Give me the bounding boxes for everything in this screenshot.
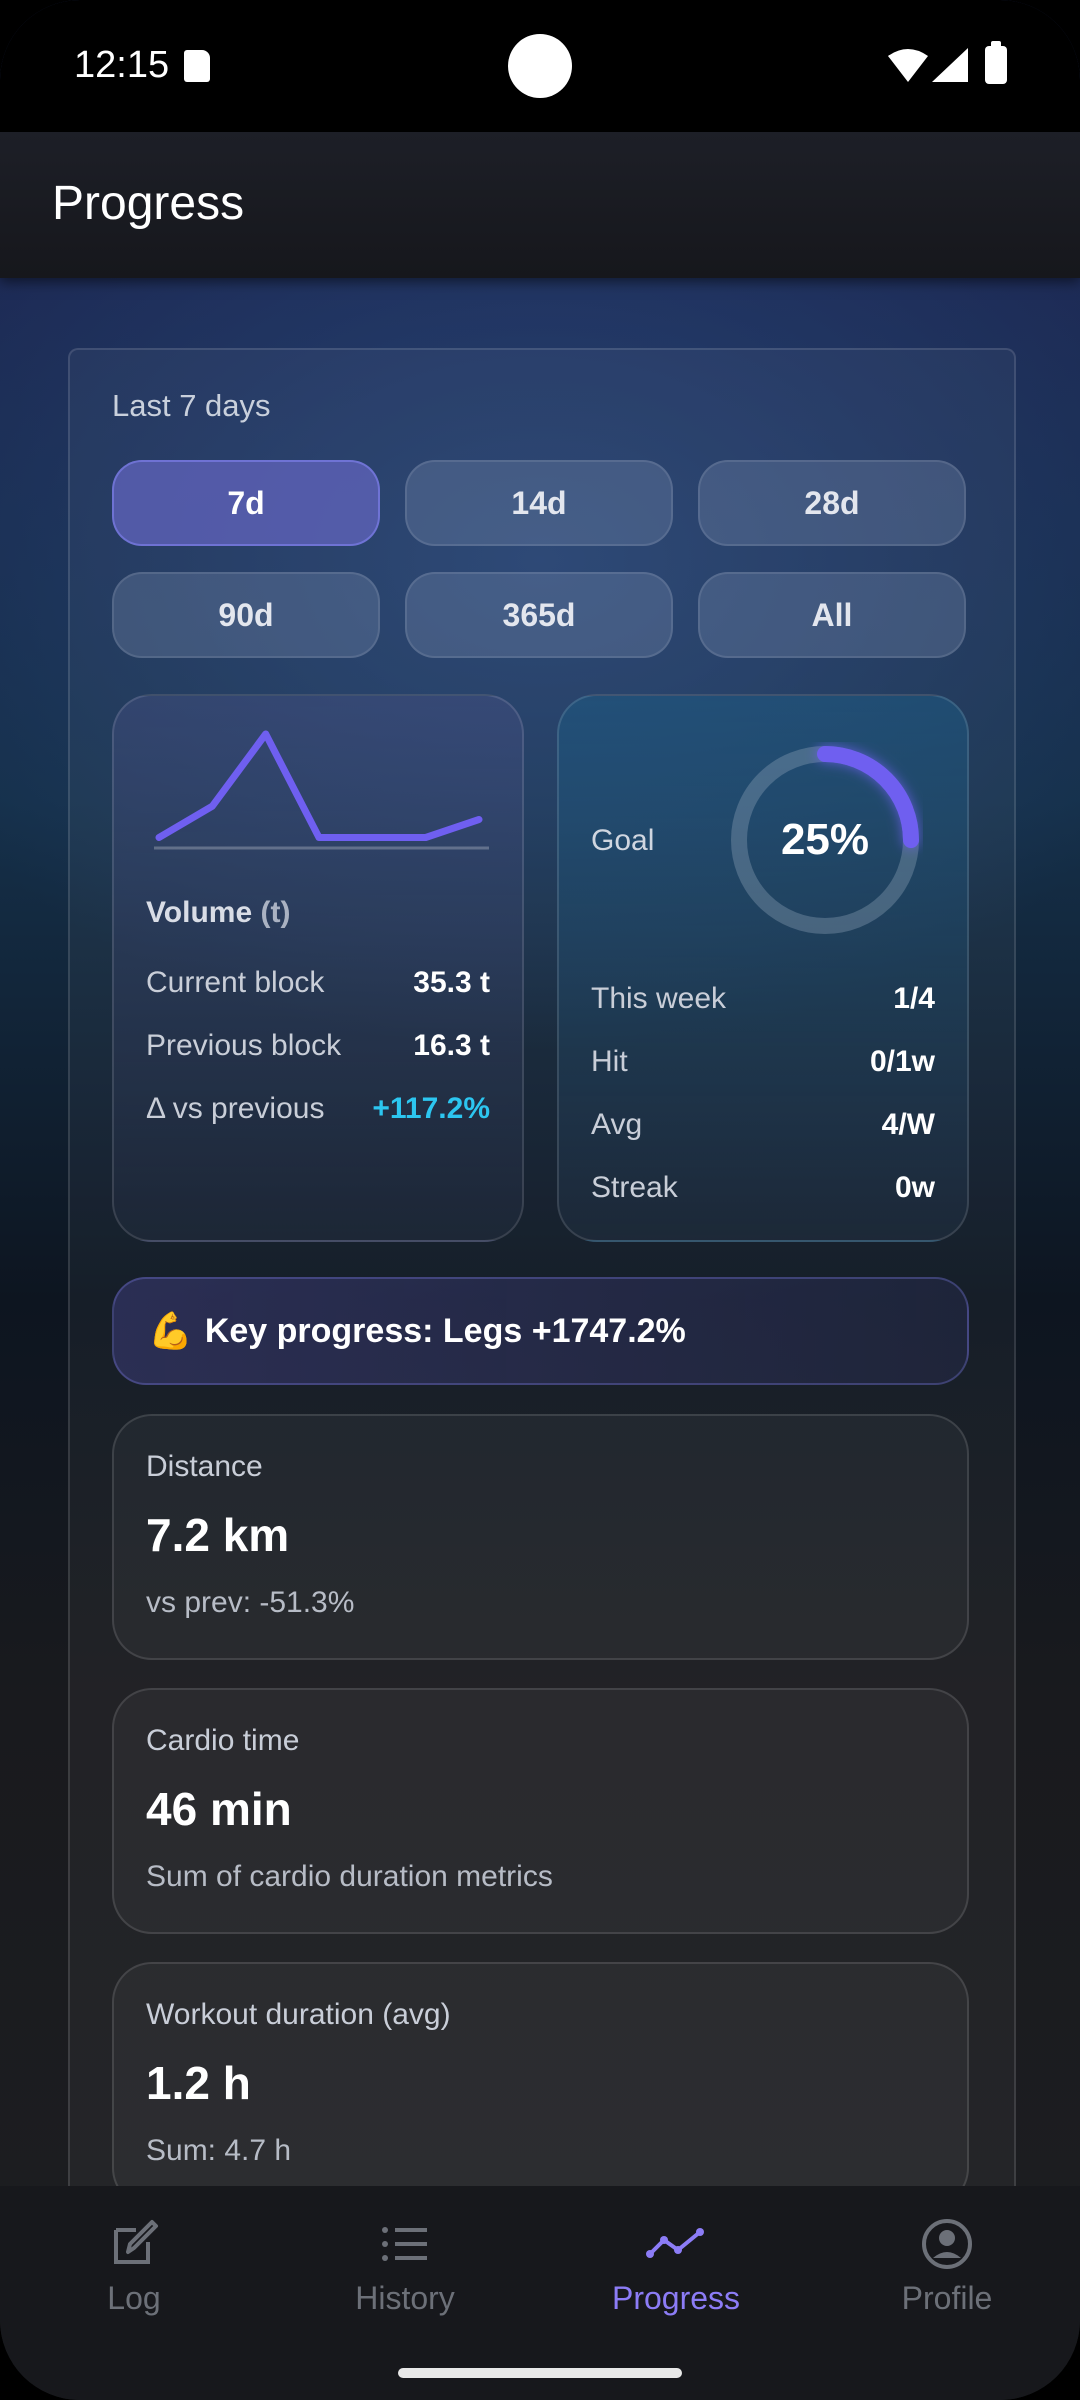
nav-profile-label: Profile [901,2280,993,2316]
range-label: Last 7 days [112,388,271,423]
avg-value: 4/W [881,1108,935,1141]
previous-block-row: Previous block 16.3 t [146,1029,490,1063]
volume-sparkline [154,730,489,850]
range-chip-28d[interactable]: 28d [698,460,966,546]
cardio-time-title: Cardio time [146,1724,300,1757]
app-screen: 12:15 Progress Last 7 days 7d 14d 28d 90… [0,0,1080,2400]
streak-row: Streak 0w [591,1171,935,1205]
previous-block-label: Previous block [146,1029,342,1062]
previous-block-value: 16.3 t [413,1029,490,1062]
delta-value: +117.2% [372,1092,490,1125]
flexed-biceps-icon: 💪 [148,1310,193,1351]
sd-card-icon [184,50,210,82]
range-chip-90d[interactable]: 90d [112,572,380,658]
battery-icon [985,41,1007,84]
workout-duration-card[interactable]: Workout duration (avg) 1.2 h Sum: 4.7 h [112,1962,969,2208]
range-chip-14d[interactable]: 14d [405,460,673,546]
list-icon [382,2227,427,2261]
home-indicator[interactable] [398,2368,682,2378]
range-chip-365d[interactable]: 365d [405,572,673,658]
volume-card[interactable]: Volume (t) Current block 35.3 t Previous… [112,694,524,1242]
avg-row: Avg 4/W [591,1108,935,1142]
workout-duration-value: 1.2 h [146,2057,251,2109]
cardio-time-value: 46 min [146,1783,292,1835]
range-chip-all[interactable]: All [698,572,966,658]
range-chip-7d[interactable]: 7d [112,460,380,546]
volume-unit: (t) [260,896,291,929]
distance-sub: vs prev: -51.3% [146,1586,355,1619]
goal-percent: 25% [780,815,870,864]
this-week-row: This week 1/4 [591,982,935,1016]
volume-title: Volume (t) [146,896,290,930]
wifi-icon [888,49,928,82]
cardio-time-card[interactable]: Cardio time 46 min Sum of cardio duratio… [112,1688,969,1934]
cardio-time-sub: Sum of cardio duration metrics [146,1860,553,1893]
sparkline-series [155,730,483,841]
nav-log-label: Log [107,2280,161,2316]
status-bar: 12:15 [0,0,1080,132]
edit-icon [114,2220,158,2264]
current-block-value: 35.3 t [413,966,490,999]
nav-log[interactable]: Log [34,2216,234,2317]
page-title: Progress [52,177,245,230]
hit-value: 0/1w [869,1045,935,1078]
nav-history[interactable]: History [305,2216,505,2317]
signal-icon [932,48,968,82]
streak-label: Streak [591,1171,678,1204]
current-block-row: Current block 35.3 t [146,966,490,1000]
volume-title-text: Volume [146,896,253,929]
this-week-label: This week [591,982,727,1015]
goal-label: Goal [591,824,655,857]
nav-progress-label: Progress [611,2280,741,2316]
camera-cutout [508,34,572,98]
nav-progress[interactable]: Progress [576,2216,776,2317]
avg-label: Avg [591,1108,643,1141]
account-circle-icon [922,2219,972,2269]
distance-title: Distance [146,1450,263,1483]
key-progress-banner[interactable]: 💪 Key progress: Legs +1747.2% [112,1277,969,1385]
hit-row: Hit 0/1w [591,1045,935,1079]
goal-card[interactable]: Goal 25% This week 1/4 Hit 0/1w Avg 4/W … [557,694,969,1242]
workout-duration-sub: Sum: 4.7 h [146,2134,292,2167]
status-time: 12:15 [74,44,170,86]
distance-card[interactable]: Distance 7.2 km vs prev: -51.3% [112,1414,969,1660]
streak-value: 0w [894,1171,935,1204]
key-progress-text: Key progress: Legs +1747.2% [204,1311,686,1350]
app-bar: Progress [0,132,1080,278]
trend-icon [646,2228,704,2258]
nav-history-label: History [355,2280,455,2316]
delta-label: Δ vs previous [146,1092,325,1125]
hit-label: Hit [591,1045,628,1078]
distance-value: 7.2 km [146,1509,290,1561]
current-block-label: Current block [146,966,325,999]
nav-profile[interactable]: Profile [847,2216,1047,2317]
this-week-value: 1/4 [893,982,935,1015]
delta-row: Δ vs previous +117.2% [146,1092,490,1126]
workout-duration-title: Workout duration (avg) [146,1998,451,2031]
